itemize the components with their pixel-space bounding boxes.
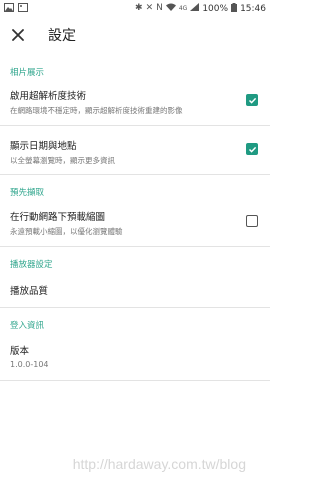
gallery-icon [4, 2, 14, 15]
divider [0, 174, 270, 175]
network-type-label: 4G [178, 4, 188, 12]
status-bar: ✱ ✕ N 4G 100% 15:46 [0, 0, 270, 17]
divider [0, 380, 270, 381]
divider [0, 125, 270, 126]
date-location-checkbox[interactable] [246, 143, 258, 155]
clock: 15:46 [240, 3, 266, 14]
bluetooth-icon: ✱ [135, 3, 143, 13]
mobile-thumbnails-checkbox[interactable] [246, 215, 258, 227]
section-header-login: 登入資訊 [10, 321, 45, 331]
signal-icon [190, 3, 200, 14]
watermark: http://hardaway.com.tw/blog [72, 456, 246, 472]
setting-subtitle: 永遠預載小縮圖，以優化瀏覽體驗 [10, 227, 123, 236]
version-value: 1.0.0-104 [10, 360, 49, 369]
setting-title: 版本 [10, 346, 30, 357]
status-notifications [4, 2, 28, 15]
setting-title: 播放品質 [10, 286, 49, 297]
wifi-icon [165, 3, 176, 14]
check-icon [248, 97, 256, 104]
setting-mobile-thumbnails[interactable]: 在行動網路下預載縮圖 永遠預載小縮圖，以優化瀏覽體驗 [10, 209, 260, 237]
setting-title: 啟用超解析度技術 [10, 91, 87, 102]
setting-version: 版本 1.0.0-104 [10, 343, 260, 369]
status-indicators: ✱ ✕ N 4G 100% 15:46 [135, 2, 266, 15]
image-icon [18, 2, 28, 15]
app-bar: 設定 [0, 17, 270, 53]
battery-icon [231, 2, 238, 15]
divider [0, 307, 270, 308]
setting-title: 在行動網路下預載縮圖 [10, 212, 106, 223]
section-header-player: 播放器設定 [10, 260, 53, 270]
nfc-icon: N [156, 3, 163, 13]
setting-super-resolution[interactable]: 啟用超解析度技術 在網路環境不穩定時，顯示超解析度技術重建的影像 [10, 88, 260, 116]
setting-title: 顯示日期與地點 [10, 141, 77, 152]
divider [0, 246, 270, 247]
battery-percent: 100% [202, 3, 229, 14]
setting-subtitle: 在網路環境不穩定時，顯示超解析度技術重建的影像 [10, 106, 183, 115]
mute-icon: ✕ [145, 3, 154, 13]
super-resolution-checkbox[interactable] [246, 94, 258, 106]
page-title: 設定 [48, 28, 76, 44]
close-icon [12, 29, 24, 41]
setting-subtitle: 以全螢幕瀏覽時，顯示更多資訊 [10, 156, 115, 165]
close-button[interactable] [0, 17, 36, 53]
section-header-prefetch: 預先擷取 [10, 188, 45, 198]
section-header-photo-display: 相片展示 [10, 68, 45, 78]
setting-playback-quality[interactable]: 播放品質 [10, 283, 260, 303]
check-icon [248, 146, 256, 153]
setting-date-location[interactable]: 顯示日期與地點 以全螢幕瀏覽時，顯示更多資訊 [10, 138, 260, 166]
